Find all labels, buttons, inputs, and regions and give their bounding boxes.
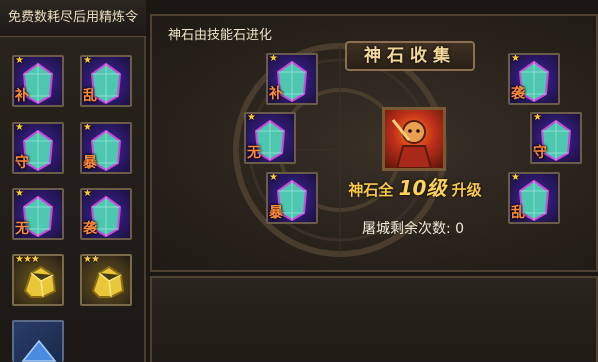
star-rating: ★ [511,53,520,64]
god-stone-slot-6[interactable]: ★ 乱 [508,172,560,224]
gem-label: 暴 [269,205,283,221]
star-rating: ★ [15,188,24,199]
upgrade-suffix: 升级 [451,181,482,199]
gem-label: 补 [15,88,29,104]
god-stone-collection-title: 神石收集 [345,41,475,71]
gem-label: 乱 [511,205,525,221]
gem-label: 守 [15,155,29,171]
gem-label: 乱 [83,88,97,104]
gem-label: 袭 [83,221,97,237]
remaining-count: 屠城剩余次数: 0 [362,221,465,237]
star-rating: ★ [83,122,92,133]
star-rating: ★ [269,172,278,183]
star-rating: ★ [83,55,92,66]
star-rating: ★ [15,122,24,133]
inventory-slot-gem-3[interactable]: ★ 守 [12,122,64,174]
inventory-slot-gem-5[interactable]: ★ 无 [12,188,64,240]
star-rating: ★ [83,188,92,199]
bottom-panel [150,276,598,362]
god-stone-slot-4[interactable]: ★ 守 [530,112,582,164]
star-rating: ★ [15,55,24,66]
center-skill-icon[interactable] [382,107,446,171]
upgrade-prefix: 神石全 [348,181,394,199]
left-panel-title: 免费数耗尽后用精炼令 [0,0,146,37]
star-rating: ★★ [83,254,100,265]
god-stone-slot-3[interactable]: ★ 无 [244,112,296,164]
inventory-slot-gem-2[interactable]: ★ 乱 [80,55,132,107]
gem-label: 无 [15,221,29,237]
inventory-slot-gem-6[interactable]: ★ 袭 [80,188,132,240]
gem-label: 补 [269,86,283,102]
upgrade-level: 10级 [398,176,447,200]
god-stone-slot-1[interactable]: ★ 补 [266,53,318,105]
upgrade-status: 神石全 10级 升级 [330,172,500,201]
inventory-slot-gem-4[interactable]: ★ 暴 [80,122,132,174]
inventory-slot-gem-1[interactable]: ★ 补 [12,55,64,107]
star-rating: ★ [269,53,278,64]
gem-label: 袭 [511,86,525,102]
gem-label: 无 [247,145,261,161]
inventory-slot-gold-ore-1[interactable]: ★★★ [12,254,64,306]
star-rating: ★ [247,112,256,123]
gold-ore-icon [91,265,125,298]
gold-ore-icon [23,265,57,298]
inventory-slot-blue-item[interactable] [12,320,64,362]
star-rating: ★★★ [15,254,40,265]
god-stone-slot-5[interactable]: ★ 暴 [266,172,318,224]
section-subtitle: 神石由技能石进化 [168,28,273,43]
star-rating: ★ [511,172,520,183]
warrior-portrait-icon [391,119,433,168]
gem-label: 守 [533,145,547,161]
star-rating: ★ [533,112,542,123]
god-stone-slot-2[interactable]: ★ 袭 [508,53,560,105]
blue-crystal-icon [21,339,57,362]
gem-label: 暴 [83,155,97,171]
inventory-slot-gold-ore-2[interactable]: ★★ [80,254,132,306]
